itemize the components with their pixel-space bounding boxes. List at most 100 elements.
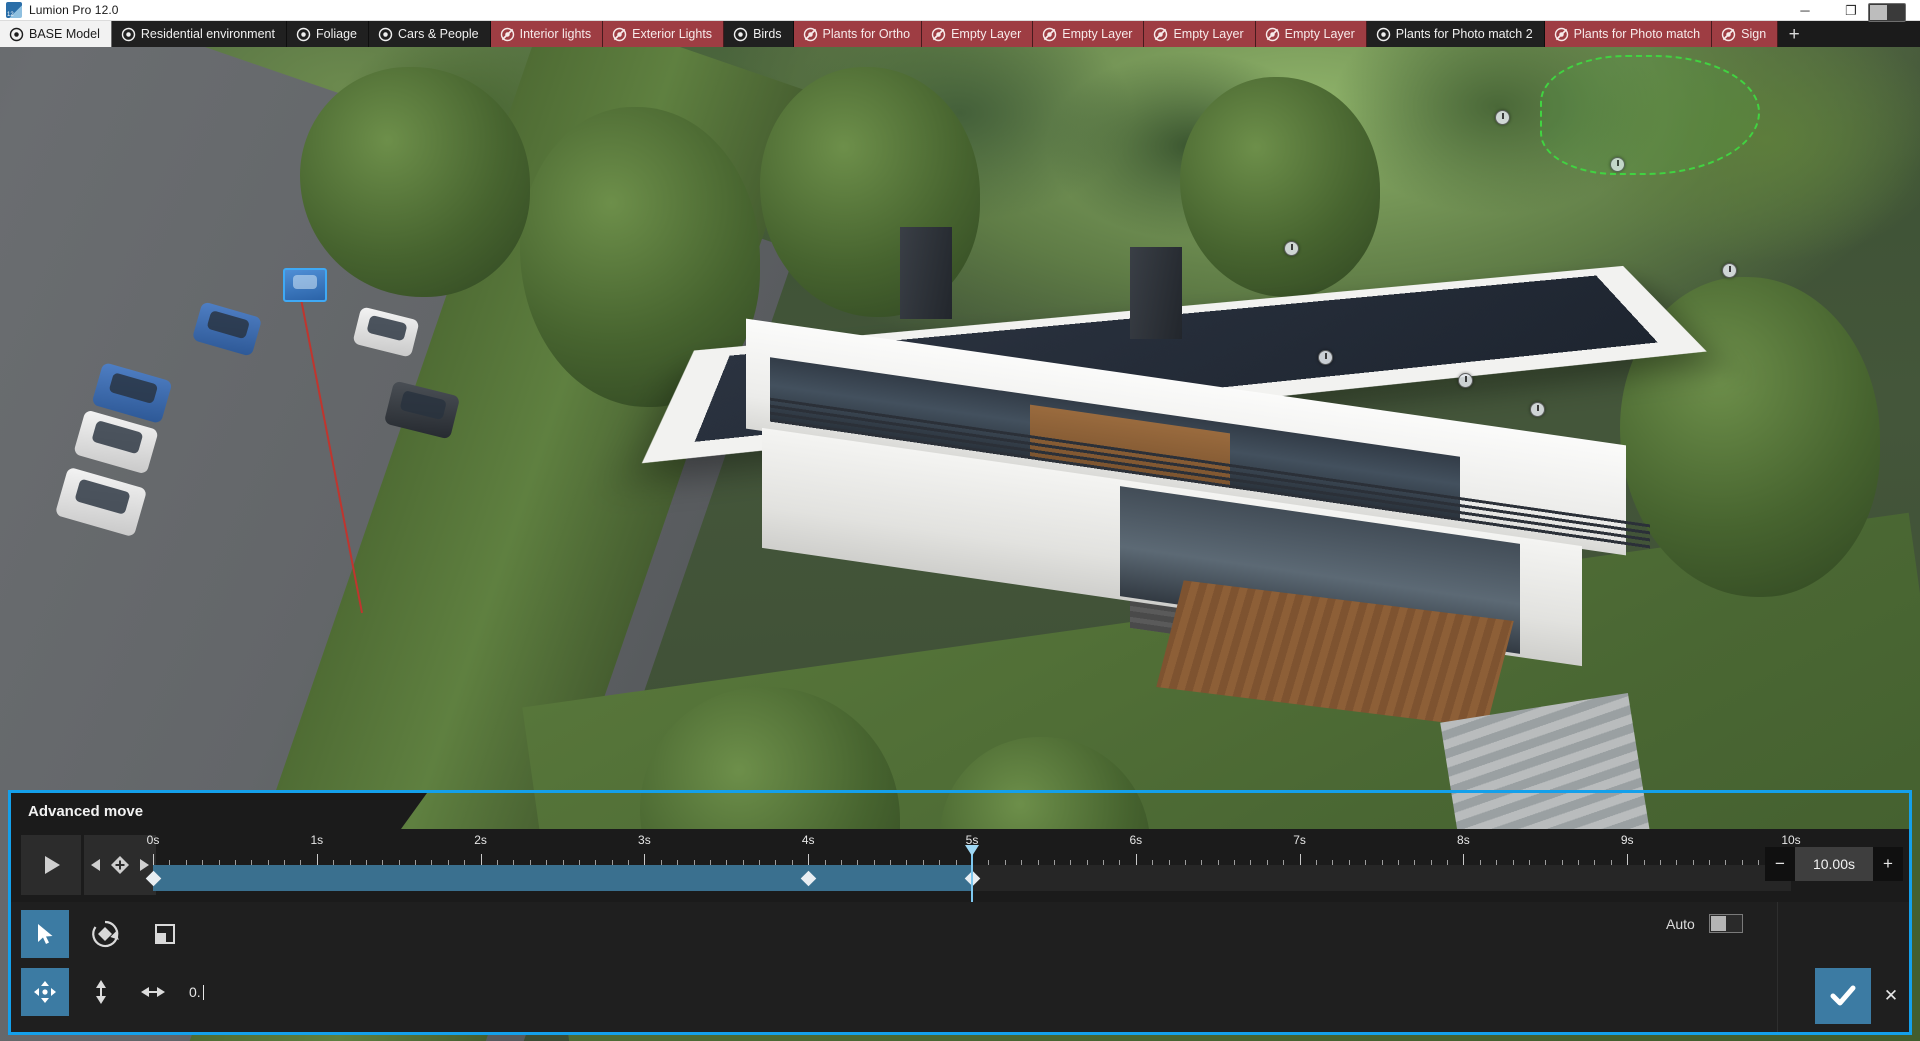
transform-tool-grid: 0. — [21, 910, 243, 1026]
eye-icon — [378, 27, 393, 41]
select-tool-button[interactable] — [21, 910, 69, 958]
ruler-tick-major — [316, 854, 318, 865]
ruler-tick-major — [480, 854, 482, 865]
minimize-button[interactable]: ─ — [1782, 0, 1828, 21]
ruler-label: 6s — [1129, 833, 1143, 847]
tools-row: 0. — [11, 902, 1909, 1032]
auto-toggle[interactable] — [1708, 914, 1743, 933]
duration-minus-button[interactable]: − — [1765, 847, 1795, 881]
layer-tab-label: Empty Layer — [1173, 27, 1244, 41]
scale-tool-button[interactable] — [141, 910, 189, 958]
ruler-label: 4s — [801, 833, 815, 847]
eye-icon — [1376, 27, 1390, 41]
ruler-label: 10s — [1781, 833, 1801, 847]
move-value-input[interactable]: 0. — [185, 977, 243, 1007]
confirm-button[interactable] — [1815, 968, 1871, 1024]
layer-tab-label: Plants for Photo match — [1573, 27, 1701, 41]
layer-tab-plants-for-photo-match[interactable]: Plants for Photo match — [1544, 21, 1713, 47]
add-layer-button[interactable]: + — [1778, 21, 1810, 47]
layer-tab-bar: BASE Model Residential environment Foliage… — [0, 21, 1920, 47]
scene-handle[interactable] — [1530, 402, 1545, 417]
eye-off-icon — [1043, 27, 1057, 41]
advanced-move-panel: Advanced move 0s 1s 2s 3s 4s 5s 6s 7s 8s… — [8, 790, 1912, 1035]
layer-tab-foliage[interactable]: Foliage — [286, 21, 369, 47]
scene-handle[interactable] — [1284, 241, 1299, 256]
cancel-button[interactable]: ✕ — [1881, 986, 1901, 1006]
scene-handle[interactable] — [1458, 373, 1473, 388]
ruler-tick-major — [1627, 854, 1629, 865]
eye-off-icon — [1721, 27, 1736, 41]
ruler-label: 2s — [474, 833, 487, 847]
layer-tab-plants-for-photo-match-2[interactable]: Plants for Photo match 2 — [1366, 21, 1545, 47]
scale-icon — [155, 924, 175, 944]
layer-tab-cars-people[interactable]: Cars & People — [368, 21, 491, 47]
timeline-row: 0s 1s 2s 3s 4s 5s 6s 7s 8s 9s 10s − 10.00s + — [11, 829, 1909, 914]
ruler-tick-major — [1135, 854, 1137, 865]
move-horizontal-tool-button[interactable] — [133, 972, 173, 1012]
move-free-icon — [34, 981, 56, 1003]
layer-tab-label: Cars & People — [397, 27, 479, 41]
selected-car[interactable] — [283, 268, 327, 302]
layer-tab-label: Empty Layer — [1284, 27, 1355, 41]
next-keyframe-icon — [140, 859, 150, 871]
layer-tab-label: Foliage — [315, 27, 357, 41]
layer-panel-toggle[interactable] — [1868, 3, 1906, 22]
layer-tab-label: Residential environment — [140, 27, 275, 41]
scene-handle[interactable] — [1495, 110, 1510, 125]
layer-tab-birds[interactable]: Birds — [724, 21, 794, 47]
ruler-tick-major — [1299, 854, 1301, 865]
duration-plus-button[interactable]: + — [1873, 847, 1903, 881]
eye-off-icon — [931, 27, 946, 41]
scene-handle[interactable] — [1318, 350, 1333, 365]
house-model[interactable] — [641, 227, 1707, 728]
layer-tab-exterior-lights[interactable]: Exterior Lights — [603, 21, 725, 47]
layer-tab-label: Interior lights — [519, 27, 592, 41]
eye-off-icon — [803, 27, 817, 41]
duration-value[interactable]: 10.00s — [1795, 847, 1873, 881]
layer-tab-empty-layer[interactable]: Empty Layer — [1255, 21, 1367, 47]
ruler-label: 9s — [1620, 833, 1634, 847]
layer-tab-label: Plants for Ortho — [822, 27, 911, 41]
ruler-tick-major — [808, 854, 810, 865]
layer-tab-empty-layer[interactable]: Empty Layer — [1033, 21, 1145, 47]
ruler-tick-major — [1463, 854, 1465, 865]
layer-tab-residential-environment[interactable]: Residential environment — [111, 21, 287, 47]
ruler-tick-major — [644, 854, 646, 865]
layer-tab-label: BASE Model — [29, 27, 100, 41]
layer-tab-empty-layer[interactable]: Empty Layer — [922, 21, 1034, 47]
rotate-icon — [92, 920, 119, 948]
prev-keyframe-icon — [90, 859, 100, 871]
timeline-ruler-area[interactable]: 0s 1s 2s 3s 4s 5s 6s 7s 8s 9s 10s — [145, 829, 1801, 914]
panel-actions: ✕ — [1815, 968, 1901, 1024]
scene-handle[interactable] — [1722, 263, 1737, 278]
layer-tab-base-model[interactable]: BASE Model — [0, 21, 112, 47]
layer-tab-plants-for-ortho[interactable]: Plants for Ortho — [793, 21, 923, 47]
axis-constraint-row: 0. — [21, 968, 243, 1016]
layer-tab-empty-layer[interactable]: Empty Layer — [1144, 21, 1256, 47]
arrow-vertical-icon — [96, 980, 106, 1004]
ruler-label: 7s — [1293, 833, 1306, 847]
window-title: Lumion Pro 12.0 — [29, 3, 119, 17]
layer-tab-label: Empty Layer — [951, 27, 1022, 41]
move-vertical-tool-button[interactable] — [81, 972, 121, 1012]
arrow-horizontal-icon — [141, 987, 165, 997]
prev-keyframe-button[interactable] — [84, 844, 106, 886]
ruler-tick-major — [153, 854, 154, 865]
animation-clip[interactable] — [153, 865, 972, 891]
lumion-icon — [6, 2, 22, 19]
eye-off-icon — [612, 27, 627, 41]
move-free-tool-button[interactable] — [21, 968, 69, 1016]
layer-tab-interior-lights[interactable]: Interior lights — [490, 21, 604, 47]
chimney — [900, 227, 952, 319]
eye-icon — [121, 27, 136, 41]
play-button[interactable] — [21, 835, 81, 895]
transform-mode-row — [21, 910, 243, 958]
auto-toggle-row: Auto — [1666, 914, 1896, 933]
layer-tab-sign[interactable]: Sign — [1712, 21, 1779, 47]
eye-icon — [296, 27, 311, 41]
chimney — [1130, 247, 1182, 339]
eye-icon — [9, 27, 24, 41]
rotate-tool-button[interactable] — [81, 910, 129, 958]
move-value-text: 0. — [189, 984, 201, 1000]
add-keyframe-button[interactable] — [109, 844, 131, 886]
